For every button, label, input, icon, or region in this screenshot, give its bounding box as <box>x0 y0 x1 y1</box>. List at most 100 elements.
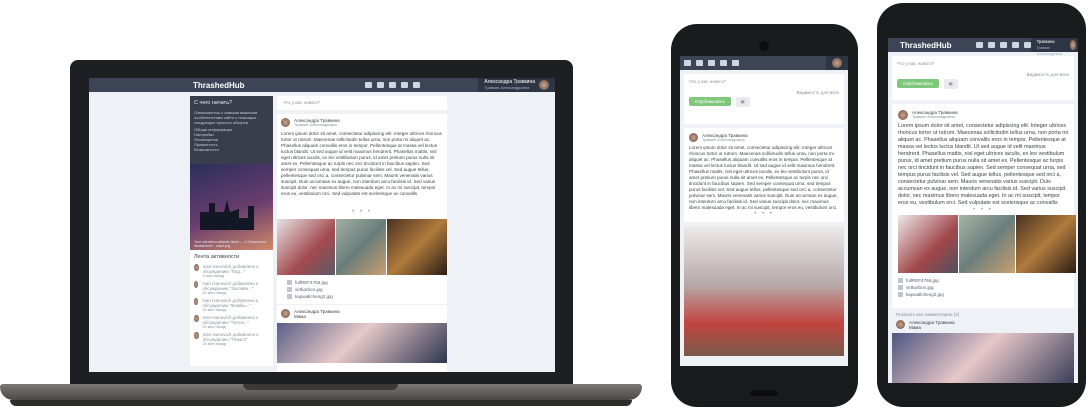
laptop-foot <box>10 400 632 406</box>
brand-logo[interactable]: ThrashedHub <box>900 41 952 50</box>
mail-icon[interactable] <box>732 60 739 66</box>
attachment-name: kapwallcheng2.jpg <box>906 292 944 297</box>
help-link[interactable]: Возможности <box>194 147 269 152</box>
grid-icon[interactable] <box>364 82 372 88</box>
post-meta: Травкин Александровна <box>912 115 955 119</box>
post-meta: Травкин Александровна <box>702 138 745 142</box>
attachment[interactable]: kapwallcheng2.jpg <box>898 292 1068 297</box>
help-title[interactable]: С чего начать? <box>194 100 269 106</box>
post2-text: Мама <box>294 314 306 319</box>
publish-button[interactable]: Опубликовать <box>897 79 940 88</box>
post-card: Александра Травкина Травкин Александровна… <box>892 104 1076 308</box>
attachment[interactable]: kapwallcheng2.jpg <box>287 294 437 299</box>
composer-input[interactable]: Что у вас нового? <box>897 61 1069 66</box>
grid-icon[interactable] <box>975 42 983 48</box>
author-avatar[interactable] <box>898 110 908 120</box>
user-role: Травкин Александровна <box>1036 46 1063 56</box>
phone-left-screen: Что у вас нового? Опубликовать ▣ Видимос… <box>680 56 848 366</box>
bell-icon[interactable] <box>720 60 727 66</box>
user-name: Александра Травкина <box>1036 39 1055 44</box>
visibility-select[interactable]: Видимость для всех <box>797 90 839 95</box>
grid-icon[interactable] <box>684 60 691 66</box>
user-menu[interactable] <box>826 56 848 70</box>
attachment-name: virtkarbon.jpg <box>906 285 934 290</box>
post-meta: Травкин Александровна <box>294 123 337 127</box>
comments-icon[interactable] <box>987 42 995 48</box>
user-role: Травкин Александровна <box>484 85 530 90</box>
file-icon <box>898 292 903 297</box>
author-avatar[interactable] <box>281 118 290 127</box>
settings-icon[interactable] <box>388 82 396 88</box>
city-silhouette <box>200 200 254 230</box>
user-avatar <box>832 58 842 68</box>
settings-icon[interactable] <box>999 42 1007 48</box>
help-text: Ознакомьтесь с самыми важными особенност… <box>194 110 258 125</box>
composer: Что у вас нового? Опубликовать ▣ Видимос… <box>892 56 1074 100</box>
speaker <box>750 390 778 396</box>
gallery-image[interactable] <box>387 219 447 275</box>
attachment[interactable]: fullREF4766.jpg <box>898 278 1068 283</box>
bell-icon[interactable] <box>400 82 408 88</box>
read-more[interactable]: • • • <box>277 209 447 215</box>
read-more[interactable]: • • • <box>898 207 1068 213</box>
attach-photo-button[interactable]: ▣ <box>735 97 750 107</box>
composer: Что у вас нового? <box>277 96 447 110</box>
feed-item-text: Ivan Ivanovich добавлено к обсуждению "Т… <box>202 332 259 342</box>
user-menu[interactable]: Александра Травкина Травкин Александровна <box>1030 38 1078 56</box>
help-links: Общая информация Настройки Оповещения Пр… <box>194 127 269 152</box>
feed-item-text: Ivan Ivanovich добавлено к обсуждению "П… <box>202 264 259 274</box>
attachment-name: virtkarbon.jpg <box>295 287 323 292</box>
feed-item[interactable]: Ivan Ivanovich добавлено к обсуждению "П… <box>194 315 269 329</box>
nav-icons <box>684 60 739 66</box>
nav-icons <box>975 42 1031 48</box>
gallery-image[interactable] <box>336 219 386 275</box>
left-sidebar: С чего начать? Ознакомьтесь с самыми важ… <box>190 96 273 366</box>
post-body: Lorem ipsum dolor sit amet, consectetur … <box>281 131 442 196</box>
nav-icons <box>364 82 420 88</box>
attachment[interactable]: fullREF4766.jpg <box>287 280 437 285</box>
laptop-notch <box>243 384 398 390</box>
feed-item-text: Ivan Ivanovich добавлено к обсуждению "Б… <box>202 298 259 308</box>
file-icon <box>287 294 292 299</box>
read-more[interactable]: • • • <box>689 211 839 217</box>
anime-image[interactable] <box>277 323 447 363</box>
camera <box>759 41 769 51</box>
author-avatar[interactable] <box>689 133 698 142</box>
gallery-image[interactable] <box>277 219 335 275</box>
feed-item-time: 20 мин назад <box>202 325 226 329</box>
visibility-select[interactable]: Видимость для всех <box>1027 72 1069 77</box>
user-avatar <box>1069 40 1077 50</box>
publish-button[interactable]: Опубликовать <box>689 97 732 106</box>
attachment[interactable]: virtkarbon.jpg <box>898 285 1068 290</box>
brand-logo[interactable]: ThrashedHub <box>193 81 245 90</box>
bell-icon[interactable] <box>1011 42 1019 48</box>
mail-icon[interactable] <box>1023 42 1031 48</box>
gallery-image[interactable] <box>959 215 1015 273</box>
feed-item[interactable]: Ivan Ivanovich добавлено к обсуждению "П… <box>194 264 269 278</box>
feed-item[interactable]: Ivan Ivanovich добавлено к обсуждению "З… <box>194 281 269 295</box>
feed-item[interactable]: Ivan Ivanovich добавлено к обсуждению "Т… <box>194 332 269 346</box>
author-avatar[interactable] <box>281 309 290 318</box>
attachment[interactable]: virtkarbon.jpg <box>287 287 437 292</box>
composer-input[interactable]: Что у вас нового? <box>689 79 839 84</box>
gallery-image[interactable] <box>1016 215 1076 273</box>
composer-input[interactable]: Что у вас нового? <box>277 96 447 109</box>
settings-icon[interactable] <box>708 60 715 66</box>
comments-icon[interactable] <box>696 60 703 66</box>
attach-photo-button[interactable]: ▣ <box>943 79 958 89</box>
gallery-image[interactable] <box>898 215 958 273</box>
file-icon <box>898 285 903 290</box>
commenter-avatar[interactable] <box>896 320 905 329</box>
mail-icon[interactable] <box>412 82 420 88</box>
attachment-name: kapwallcheng2.jpg <box>295 294 333 299</box>
gallery-image[interactable] <box>684 226 844 356</box>
post-gallery <box>898 215 1076 273</box>
anime-image[interactable] <box>892 333 1074 383</box>
top-navbar: ThrashedHub Александра Травкина Травкин … <box>89 78 555 92</box>
phone-right-screen: ThrashedHub Александра ТравкинаТравкин А… <box>888 38 1078 383</box>
user-menu[interactable]: Александра Травкина Травкин Александровн… <box>478 78 555 92</box>
night-city-banner: Your cat-mirror-atlands hbpm — 1 Ooronom… <box>190 164 273 250</box>
banner-caption: Your cat-mirror-atlands hbpm — 1 Ooronom… <box>194 240 267 248</box>
feed-item[interactable]: Ivan Ivanovich добавлено к обсуждению "Б… <box>194 298 269 312</box>
comments-icon[interactable] <box>376 82 384 88</box>
